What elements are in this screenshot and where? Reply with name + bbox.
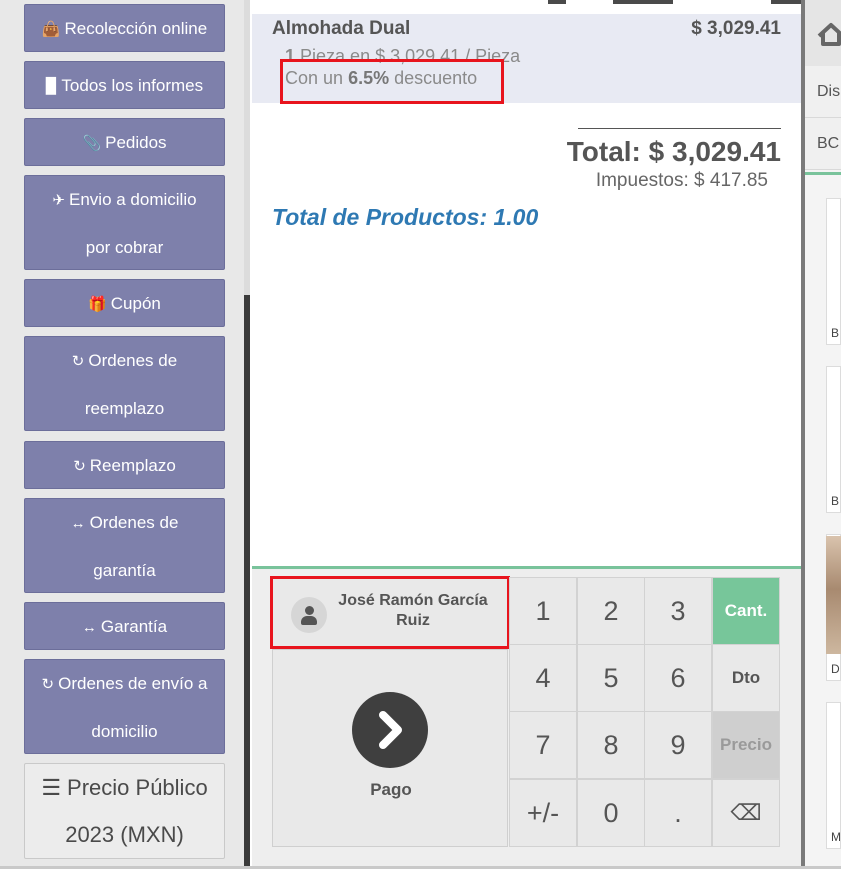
- payment-label: Pago: [370, 780, 412, 799]
- category-row[interactable]: BC: [805, 118, 841, 170]
- delivery-orders-button[interactable]: ↻ Ordenes de envío a domicilio: [24, 659, 225, 754]
- pricelist-button[interactable]: ☰ Precio Público 2023 (MXN): [24, 763, 225, 859]
- warranty-button[interactable]: ↔ Garantía: [24, 602, 225, 650]
- button-label: Todos los informes: [61, 76, 204, 95]
- button-label-line2: garantía: [93, 561, 156, 580]
- product-card-label: M: [831, 830, 841, 844]
- numpad-key-7[interactable]: 7: [509, 711, 577, 779]
- button-label: Ordenes de: [88, 351, 178, 370]
- payment-button[interactable]: Pago: [272, 649, 508, 847]
- top-tab-edge: [771, 0, 801, 4]
- home-icon: [817, 23, 841, 46]
- product-card-label: B: [831, 494, 840, 508]
- all-reports-button[interactable]: ▉ Todos los informes: [24, 61, 225, 109]
- refresh-icon: ↻: [73, 458, 86, 475]
- button-label-line2: reemplazo: [84, 399, 165, 418]
- numpad-key-decimal[interactable]: .: [644, 779, 712, 847]
- product-card-label: B: [831, 326, 840, 340]
- numpad-key-2[interactable]: 2: [577, 577, 645, 645]
- orders-button[interactable]: 📎 Pedidos: [24, 118, 225, 166]
- shopping-bag-icon: 👜: [41, 21, 61, 38]
- cod-delivery-button[interactable]: ✈ Envio a domicilio por cobrar: [24, 175, 225, 270]
- refresh-icon: ↻: [41, 676, 55, 693]
- numpad-key-1[interactable]: 1: [509, 577, 577, 645]
- numpad-key-5[interactable]: 5: [577, 644, 645, 712]
- scrollbar-thumb[interactable]: [244, 295, 250, 869]
- control-sidebar: 👜 Recolección online ▉ Todos los informes …: [0, 0, 245, 869]
- refresh-icon: ↻: [71, 353, 85, 370]
- pos-screen: 👜 Recolección online ▉ Todos los informes …: [0, 0, 841, 869]
- category-row[interactable]: Dis: [805, 66, 841, 118]
- top-tab-edge: [613, 0, 673, 4]
- home-button[interactable]: [805, 0, 841, 66]
- product-card[interactable]: B: [826, 366, 841, 513]
- button-label: Cupón: [110, 294, 161, 313]
- numpad-key-3[interactable]: 3: [644, 577, 712, 645]
- button-label: Ordenes de envío a: [58, 674, 208, 693]
- replacement-orders-button[interactable]: ↻ Ordenes de reemplazo: [24, 336, 225, 431]
- replacement-button[interactable]: ↻ Reemplazo: [24, 441, 225, 489]
- sidebar-scrollbar[interactable]: [244, 0, 250, 869]
- order-total: Total: $ 3,029.41: [566, 136, 781, 167]
- product-card[interactable]: M: [826, 702, 841, 849]
- numpad-key-plus-minus[interactable]: +/-: [509, 779, 577, 847]
- button-label: Ordenes de: [89, 513, 179, 532]
- numpad-mode-price[interactable]: Precio: [712, 711, 780, 779]
- button-label: Envio a domicilio: [69, 190, 197, 209]
- numpad-key-0[interactable]: 0: [577, 779, 645, 847]
- numpad-key-9[interactable]: 9: [644, 711, 712, 779]
- button-label: Reemplazo: [89, 456, 176, 475]
- numpad-key-8[interactable]: 8: [577, 711, 645, 779]
- list-icon: ☰: [41, 775, 62, 800]
- button-label: Pedidos: [105, 133, 167, 152]
- total-products: Total de Productos: 1.00: [272, 204, 539, 230]
- coupon-button[interactable]: 🎁 Cupón: [24, 279, 225, 327]
- warranty-orders-button[interactable]: ↔ Ordenes de garantía: [24, 498, 225, 593]
- discount-highlight-box: [280, 59, 504, 104]
- pricelist-name: Precio Público: [67, 775, 208, 800]
- order-line-price: $ 3,029.41: [691, 18, 781, 39]
- numpad-mode-discount[interactable]: Dto: [712, 644, 780, 712]
- order-line-product: Almohada Dual: [272, 18, 411, 39]
- customer-highlight-box: [270, 576, 510, 649]
- button-label-line2: domicilio: [91, 722, 158, 741]
- button-label: Recolección online: [64, 19, 208, 38]
- gift-icon: 🎁: [88, 296, 107, 313]
- button-label-line2: por cobrar: [85, 238, 164, 257]
- top-tab-edge: [548, 0, 566, 4]
- product-card[interactable]: B: [826, 198, 841, 345]
- paper-plane-icon: ✈: [52, 192, 65, 209]
- product-image: [826, 536, 841, 654]
- backspace-icon[interactable]: ⌫: [712, 779, 780, 847]
- pricelist-name-line2: 2023 (MXN): [65, 822, 184, 847]
- arrows-h-icon: ↔: [70, 515, 86, 532]
- online-pickup-button[interactable]: 👜 Recolección online: [24, 4, 225, 52]
- total-divider: [578, 128, 781, 129]
- category-underline: [805, 172, 841, 175]
- numpad-key-4[interactable]: 4: [509, 644, 577, 712]
- numpad-mode-quantity[interactable]: Cant.: [712, 577, 780, 645]
- chevron-right-icon: [352, 692, 428, 768]
- paperclip-icon: 📎: [82, 135, 102, 152]
- button-label: Garantía: [100, 617, 168, 636]
- file-icon: ▉: [45, 78, 58, 95]
- product-card-label: D: [831, 662, 840, 676]
- numpad-key-6[interactable]: 6: [644, 644, 712, 712]
- arrows-h-icon: ↔: [81, 619, 97, 636]
- order-taxes: Impuestos: $ 417.85: [595, 170, 768, 191]
